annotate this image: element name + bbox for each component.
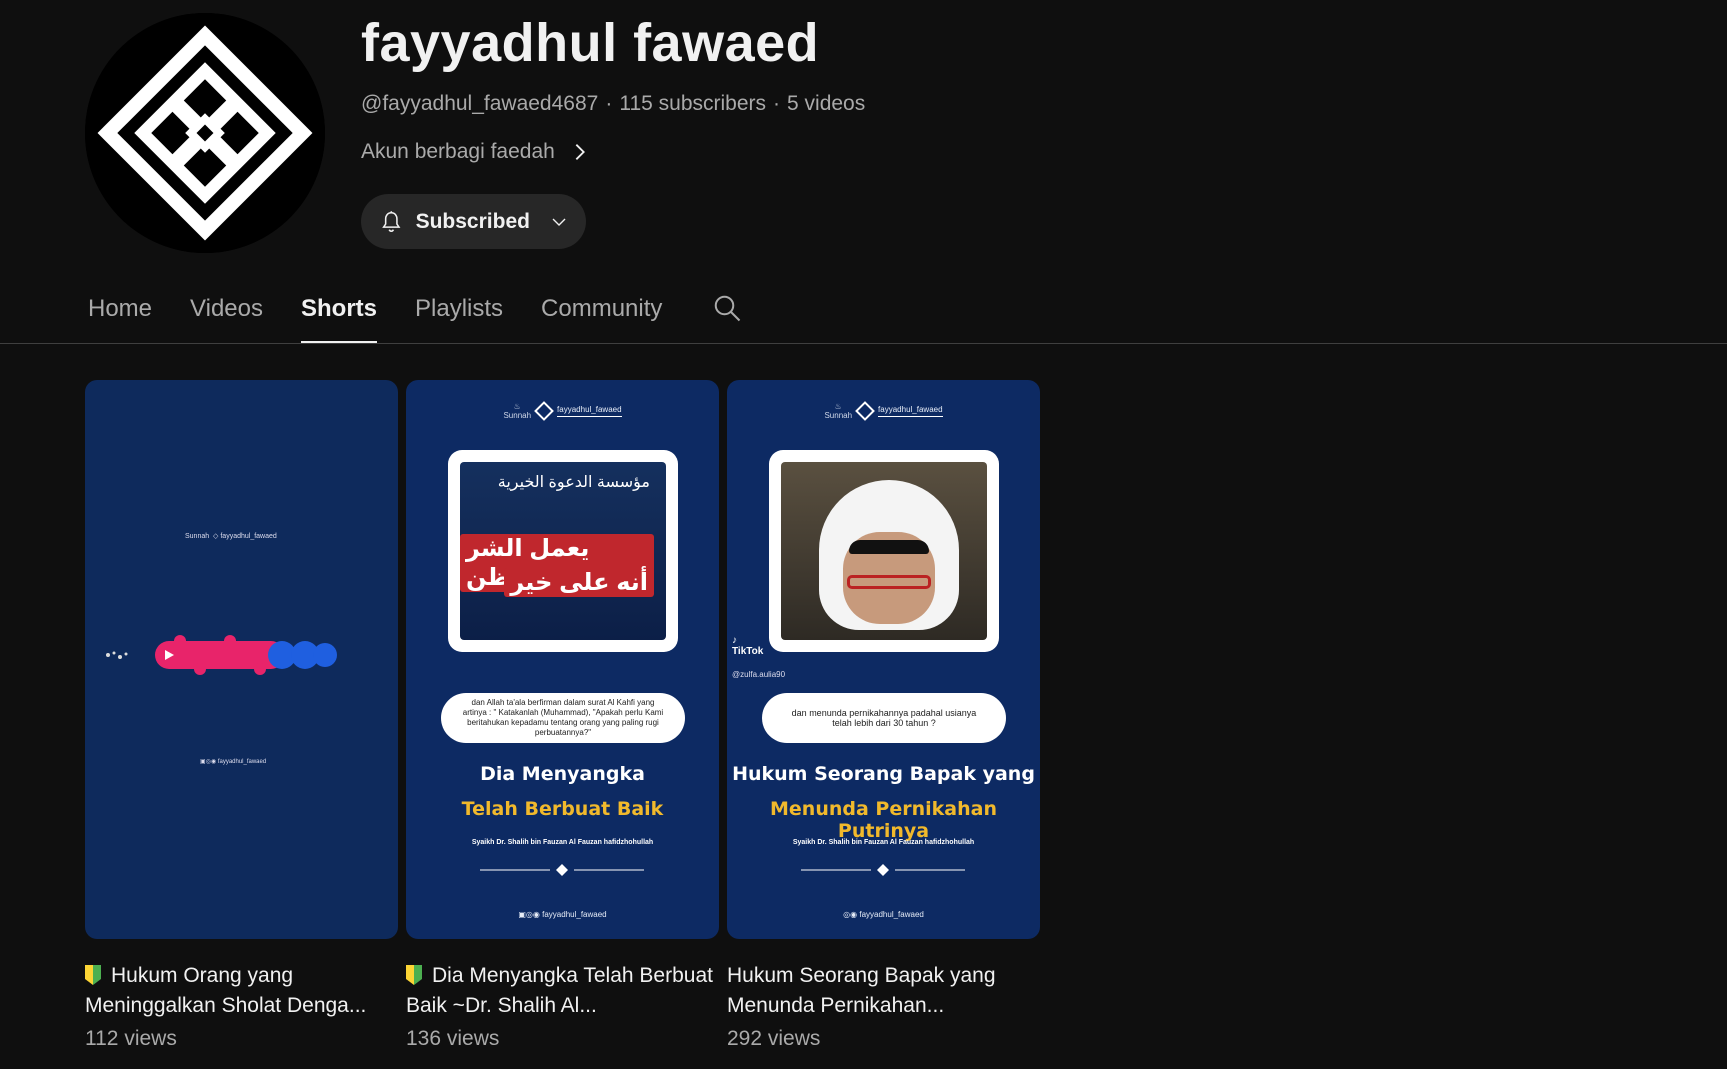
thumb-title-gold: Menunda Pernikahan Putrinya <box>770 798 997 842</box>
sunnah-logo-icon: ♨ Sunnah <box>824 402 853 420</box>
shorts-grid: Sunnah ◇ fayyadhul_fawaed ▣◎◉ fayyadhul_… <box>85 380 1040 1051</box>
chevron-right-icon <box>575 144 585 160</box>
short-title[interactable]: Dia Menyangka Telah Berbuat Baik ~Dr. Sh… <box>406 961 719 1021</box>
channel-tabs: Home Videos Shorts Playlists Community <box>88 288 742 344</box>
thumb-brand: ♨ Sunnah fayyadhul_fawaed <box>406 401 719 421</box>
thumb-quote: dan Allah ta'ala berfirman dalam surat A… <box>441 693 685 743</box>
separator-dot: · <box>605 92 613 115</box>
thumb-screen-frame: مؤسسة الدعوة الخيرية يعمل الشر ويظن أنه … <box>448 450 678 652</box>
thumb-poster: مؤسسة الدعوة الخيرية يعمل الشر ويظن أنه … <box>460 462 666 640</box>
short-views: 112 views <box>85 1027 177 1050</box>
thumb-brand: Sunnah ◇ fayyadhul_fawaed <box>185 533 277 540</box>
subscriber-count: 115 subscribers <box>619 92 767 115</box>
short-title[interactable]: Hukum Seorang Bapak yang Menunda Pernika… <box>727 961 1040 1021</box>
channel-meta: @fayyadhul_fawaed4687 · 115 subscribers · 5 … <box>361 92 865 116</box>
speaker-figure <box>819 480 959 630</box>
thumb-handle: fayyadhul_fawaed <box>220 533 277 540</box>
tab-community[interactable]: Community <box>541 288 662 344</box>
search-icon[interactable] <box>712 293 742 323</box>
channel-page: fayyadhul fawaed @fayyadhul_fawaed4687 · 1… <box>0 0 1727 1069</box>
video-count: 5 videos <box>787 92 866 115</box>
diamond-knot-logo-icon <box>534 401 554 421</box>
glasses-shape <box>847 575 931 589</box>
chevron-down-icon <box>552 218 566 226</box>
subscribed-button[interactable]: Subscribed <box>361 194 586 249</box>
tab-home[interactable]: Home <box>88 288 152 344</box>
short-card[interactable]: Sunnah ◇ fayyadhul_fawaed ▣◎◉ fayyadhul_… <box>85 380 398 1051</box>
sunnah-logo-icon: ♨ Sunnah <box>503 402 532 420</box>
short-title-text: Hukum Orang yang Meninggalkan Sholat Den… <box>85 964 367 1017</box>
thumb-speaker: Syaikh Dr. Shalih bin Fauzan Al Fauzan h… <box>471 839 654 846</box>
short-views: 136 views <box>406 1027 500 1050</box>
tabs-divider <box>0 343 1727 344</box>
tab-videos[interactable]: Videos <box>190 288 263 344</box>
thumb-handle: fayyadhul_fawaed <box>557 405 622 417</box>
thumb-title-white: Hukum Seorang Bapak yang <box>732 763 1035 785</box>
sunnah-logo-icon: Sunnah <box>185 533 210 540</box>
channel-description-link[interactable]: Akun berbagi faedah <box>361 140 591 164</box>
tiktok-label: TikTok <box>732 646 764 657</box>
beginner-badge-icon <box>85 965 101 985</box>
thumb-quote: dan menunda pernikahannya padahal usiany… <box>762 693 1006 743</box>
bell-icon <box>382 210 401 232</box>
channel-description: Akun berbagi faedah <box>361 140 555 163</box>
short-title[interactable]: Hukum Orang yang Meninggalkan Sholat Den… <box>85 961 398 1021</box>
subscribed-label: Subscribed <box>415 209 530 233</box>
short-thumbnail[interactable]: ♨ Sunnah fayyadhul_fawaed مؤسسة الدعوة ال… <box>406 380 719 939</box>
thumb-speaker: Syaikh Dr. Shalih bin Fauzan Al Fauzan h… <box>792 839 975 846</box>
short-thumbnail[interactable]: Sunnah ◇ fayyadhul_fawaed ▣◎◉ fayyadhul_… <box>85 380 398 939</box>
thumb-screen-frame <box>769 450 999 652</box>
thumb-title-gold: Telah Berbuat Baik <box>461 798 664 820</box>
arabic-logo-text: مؤسسة الدعوة الخيرية <box>497 474 650 491</box>
audio-waveform-icon <box>106 635 337 675</box>
thumb-brand: ♨ Sunnah fayyadhul_fawaed <box>727 401 1040 421</box>
thumb-speaker-photo <box>781 462 987 640</box>
short-views: 292 views <box>727 1027 821 1050</box>
short-title-text: Dia Menyangka Telah Berbuat Baik ~Dr. Sh… <box>406 964 713 1017</box>
diamond-knot-logo-icon <box>85 13 325 253</box>
diamond-knot-logo-icon <box>855 401 875 421</box>
tiktok-handle: @zulfa.aulia90 <box>732 670 786 679</box>
channel-avatar[interactable] <box>85 13 325 253</box>
thumb-footer-handle: fayyadhul_fawaed <box>542 910 607 919</box>
thumb-footer-handle: fayyadhul_fawaed <box>217 759 267 765</box>
thumb-footer-handle: fayyadhul_fawaed <box>859 910 924 919</box>
thumb-handle: fayyadhul_fawaed <box>878 405 943 417</box>
beginner-badge-icon <box>406 965 422 985</box>
thumb-footer: ▣◎◉ fayyadhul_fawaed <box>200 759 267 765</box>
thumb-footer: ▣◎◉ fayyadhul_fawaed <box>518 910 607 919</box>
thumb-title-white: Dia Menyangka <box>480 763 645 785</box>
tab-shorts[interactable]: Shorts <box>300 288 378 344</box>
channel-handle: @fayyadhul_fawaed4687 <box>361 92 599 115</box>
separator-dot: · <box>773 92 781 115</box>
tab-playlists[interactable]: Playlists <box>415 288 503 344</box>
ornament-divider-icon <box>480 864 644 876</box>
short-card[interactable]: ♨ Sunnah fayyadhul_fawaed مؤسسة الدعوة ال… <box>406 380 719 1051</box>
tiktok-logo: ♪ TikTok <box>732 635 764 657</box>
channel-name: fayyadhul fawaed <box>361 13 820 73</box>
ornament-divider-icon <box>801 864 965 876</box>
short-card[interactable]: ♨ Sunnah fayyadhul_fawaed ♪ TikTok @zulfa.… <box>727 380 1040 1051</box>
arabic-line: أنه على خير <box>504 568 654 597</box>
thumb-footer: ◎◉ fayyadhul_fawaed <box>843 910 924 919</box>
short-thumbnail[interactable]: ♨ Sunnah fayyadhul_fawaed ♪ TikTok @zulfa.… <box>727 380 1040 939</box>
